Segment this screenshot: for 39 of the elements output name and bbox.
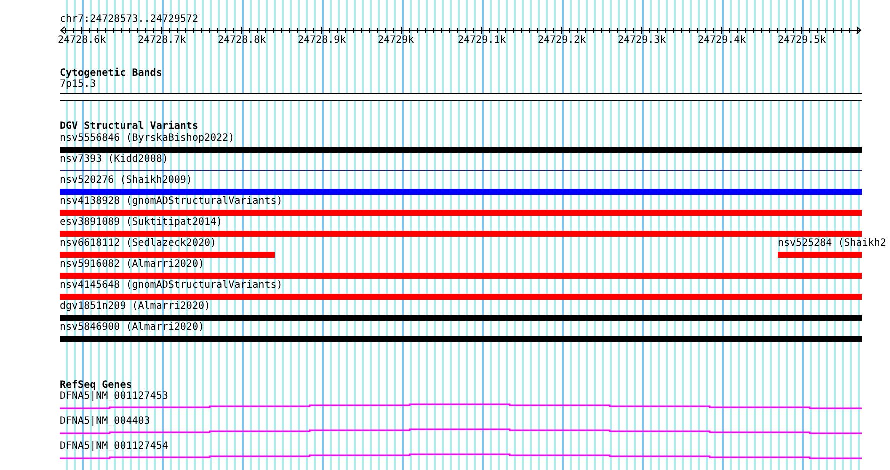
variant-bar[interactable]: [60, 252, 275, 258]
variant-bar[interactable]: [60, 315, 862, 321]
variant-bar[interactable]: [778, 252, 862, 258]
tick-label: 24729.4k: [698, 35, 748, 47]
variant-bar[interactable]: [60, 336, 862, 342]
tick-label: 24728.9k: [298, 35, 348, 47]
gene-label: DFNA5|NM_004403: [60, 416, 150, 428]
tick-label: 24729.1k: [458, 35, 508, 47]
tick-label: 24729k: [378, 35, 416, 47]
gene-label: DFNA5|NM_001127454: [60, 441, 168, 453]
tick-label: 24729.3k: [618, 35, 668, 47]
variant-label: esv3891089 (Suktitipat2014): [60, 217, 223, 229]
tick-label: 24728.8k: [218, 35, 268, 47]
gene-label: DFNA5|NM_001127453: [60, 391, 168, 403]
track-title: Cytogenetic Bands: [60, 68, 162, 79]
variant-label: nsv7393 (Kidd2008): [60, 154, 168, 166]
tick-label: 24728.6k: [58, 35, 108, 47]
tick-label: 24729.5k: [778, 35, 828, 47]
variant-label: nsv5556846 (ByrskaBishop2022): [60, 133, 235, 145]
variant-label: nsv4145648 (gnomADStructuralVariants): [60, 280, 283, 292]
variant-bar[interactable]: [60, 210, 862, 216]
track-title: DGV Structural Variants: [60, 121, 198, 132]
variant-bar[interactable]: [60, 273, 862, 279]
location-label: chr7:24728573..24729572: [60, 14, 198, 26]
variant-label: nsv4138928 (gnomADStructuralVariants): [60, 196, 283, 208]
tick-label: 24728.7k: [138, 35, 188, 47]
variant-bar[interactable]: [60, 231, 862, 237]
variant-bar[interactable]: [60, 189, 862, 195]
tick-label: 24729.2k: [538, 35, 588, 47]
variant-label: nsv5846900 (Almarri2020): [60, 322, 204, 334]
band-label: 7p15.3: [60, 79, 96, 91]
track-title: RefSeq Genes: [60, 380, 132, 391]
variant-label: nsv6618112 (Sedlazeck2020): [60, 238, 217, 250]
variant-label: dgv1851n209 (Almarri2020): [60, 301, 211, 313]
variant-label: nsv5916082 (Almarri2020): [60, 259, 204, 271]
variant-bar[interactable]: [60, 147, 862, 153]
variant-label: nsv520276 (Shaikh2009): [60, 175, 192, 187]
variant-label: nsv525284 (Shaikh2: [778, 238, 886, 250]
variant-bar[interactable]: [60, 294, 862, 300]
